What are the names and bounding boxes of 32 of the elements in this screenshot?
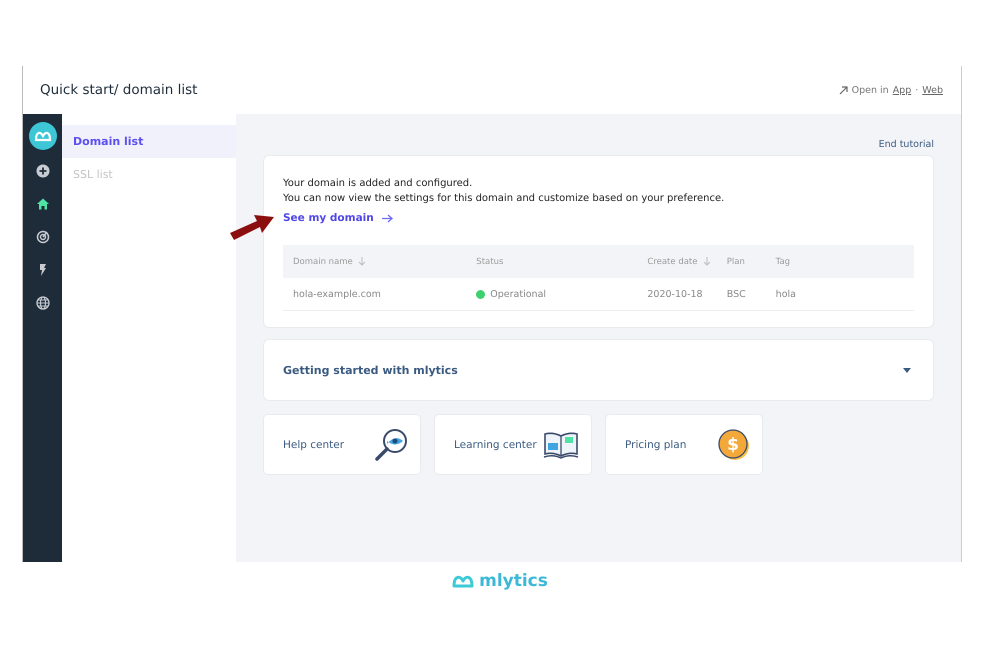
table-cell: hola: [776, 288, 796, 300]
magnifier-eye-icon: [374, 428, 408, 462]
open-link[interactable]: Web: [922, 84, 943, 96]
open-book-icon: [543, 430, 579, 458]
logo-icon: [28, 122, 56, 150]
column-header: Status: [476, 256, 504, 266]
end-tutorial-link[interactable]: End tutorial: [878, 139, 934, 150]
help-tile[interactable]: Learning center: [434, 414, 592, 475]
help-tile[interactable]: Help center: [263, 414, 421, 475]
external-arrow-icon: [838, 86, 848, 94]
see-domain-link[interactable]: See my domain: [283, 212, 393, 224]
arrow-right-icon: [382, 214, 393, 222]
message-text: You can now view the settings for this domain and customize based on your preference.: [283, 192, 726, 206]
accordion-header[interactable]: Getting started with mlytics: [263, 339, 934, 401]
pointer-arrow: [229, 213, 275, 241]
separator-dot: ·: [915, 84, 918, 96]
table-cell: BSC: [726, 288, 746, 300]
page-title: Quick start/ domain list: [40, 82, 198, 98]
column-header: Tag: [776, 256, 790, 266]
table-cell: hola-example.com: [293, 288, 381, 300]
brand-logo-icon: [452, 574, 474, 588]
caret-icon: [903, 368, 911, 372]
subnav-item[interactable]: Domain list: [62, 125, 236, 158]
message-text: Your domain is added and configured.: [283, 177, 474, 191]
column-header: Plan: [726, 256, 745, 266]
open-link[interactable]: App: [892, 84, 912, 96]
open-in-label: Open in: [852, 84, 889, 96]
brand-name: mlytics: [479, 571, 548, 591]
help-tile[interactable]: Pricing plan $: [605, 414, 763, 475]
table-cell: 2020-10-18: [647, 288, 703, 300]
table-cell: Operational: [490, 288, 546, 300]
dollar-sign: $: [727, 434, 739, 454]
